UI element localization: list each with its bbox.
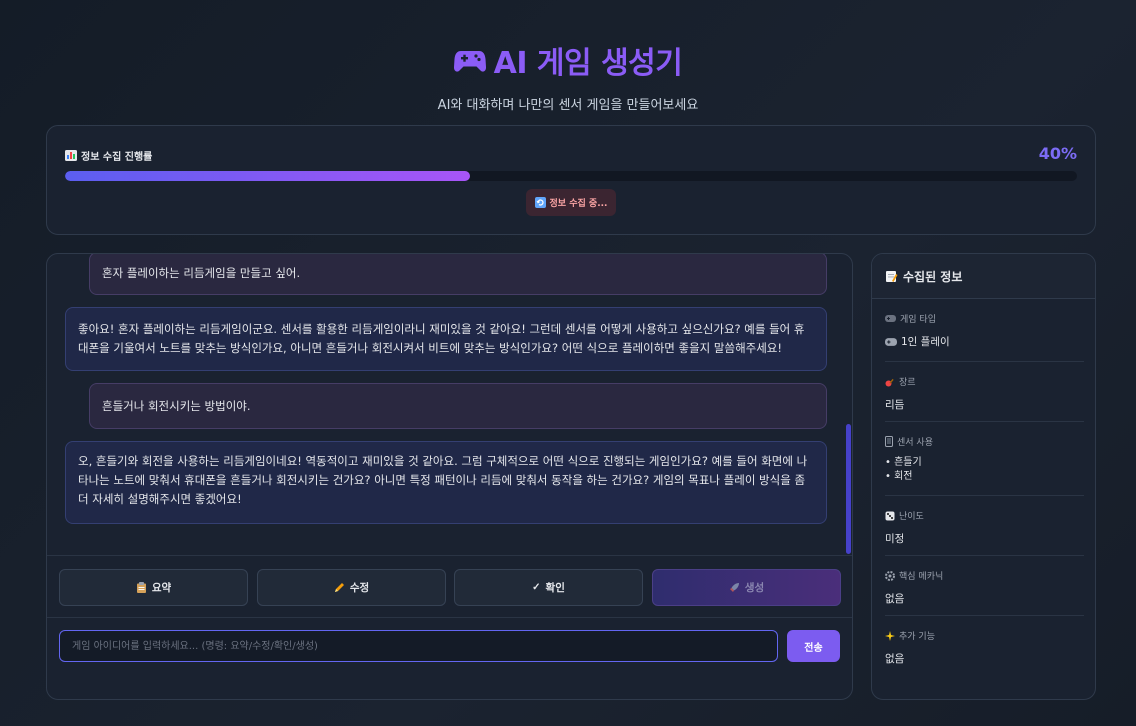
confirm-label: 확인 <box>545 582 565 594</box>
sensor-item: • 회전 <box>885 471 913 482</box>
progress-fill <box>65 171 470 181</box>
genre-value: 리듬 <box>885 399 905 411</box>
sensor-list: • 흔들기 • 회전 <box>885 456 1084 484</box>
ai-message: 오, 흔들기와 회전을 사용하는 리듬게임이네요! 역동적이고 재미있을 것 같… <box>65 441 827 524</box>
user-message: 혼자 플레이하는 리듬게임을 만들고 싶어. <box>89 254 827 295</box>
check-icon: ✓ <box>532 582 541 593</box>
gear-icon <box>885 570 895 581</box>
progress-label: 정보 수집 진행률 <box>65 148 152 163</box>
progress-card: 정보 수집 진행률 40% 정보 수집 중... <box>46 125 1096 235</box>
confirm-button[interactable]: ✓ 확인 <box>454 569 643 606</box>
info-panel-title: 수집된 정보 <box>903 269 963 284</box>
gamepad-icon <box>885 337 897 346</box>
chat-input[interactable] <box>59 630 778 662</box>
generate-label: 생성 <box>744 582 765 594</box>
summary-label: 요약 <box>151 582 172 594</box>
clipboard-icon <box>136 582 146 593</box>
refresh-icon <box>534 197 546 208</box>
chat-panel: 혼자 플레이하는 리듬게임을 만들고 싶어. 좋아요! 혼자 플레이하는 리듬게… <box>46 253 853 700</box>
info-item-game-type: 게임 타입 1인 플레이 <box>885 312 1084 362</box>
guitar-icon <box>885 378 894 386</box>
sparkles-icon <box>885 630 895 641</box>
page-title: AI 게임 생성기 <box>453 38 683 82</box>
features-value: 없음 <box>885 653 905 665</box>
memo-icon <box>886 270 898 282</box>
genre-label: 장르 <box>899 378 916 388</box>
game-type-value: 1인 플레이 <box>901 336 950 348</box>
send-button[interactable]: 전송 <box>787 630 840 662</box>
page-header: AI 게임 생성기 AI와 대화하며 나만의 센서 게임을 만들어보세요 <box>0 38 1136 113</box>
info-item-genre: 장르 리듬 <box>885 375 1084 422</box>
bar-chart-icon <box>65 150 77 161</box>
input-row: 전송 <box>47 618 852 674</box>
gamepad-icon <box>885 315 896 322</box>
dice-icon <box>885 511 895 520</box>
features-label: 추가 기능 <box>899 632 935 642</box>
info-item-sensors: 센서 사용 • 흔들기 • 회전 <box>885 435 1084 496</box>
message-scrollbar[interactable] <box>846 424 851 554</box>
info-item-mechanics: 핵심 메카닉 없음 <box>885 569 1084 616</box>
difficulty-label: 난이도 <box>899 512 924 522</box>
phone-icon <box>885 436 893 447</box>
sensor-item: • 흔들기 <box>885 457 922 468</box>
sensors-label: 센서 사용 <box>897 438 933 448</box>
pencil-icon <box>334 583 344 592</box>
ai-message: 좋아요! 혼자 플레이하는 리듬게임이군요. 센서를 활용한 리듬게임이라니 재… <box>65 307 827 371</box>
generate-button[interactable]: 생성 <box>652 569 841 606</box>
rocket-icon <box>729 583 739 592</box>
edit-label: 수정 <box>349 582 370 594</box>
page-subtitle: AI와 대화하며 나만의 센서 게임을 만들어보세요 <box>437 98 699 113</box>
status-text: 정보 수집 중... <box>549 199 608 209</box>
gamepad-icon <box>453 51 486 72</box>
info-item-features: 추가 기능 없음 <box>885 629 1084 676</box>
edit-button[interactable]: 수정 <box>257 569 446 606</box>
collected-info-panel: 수집된 정보 게임 타입 1인 플레이 장르 리듬 센서 사용 • 흔들기 • … <box>871 253 1096 700</box>
info-item-difficulty: 난이도 미정 <box>885 509 1084 556</box>
user-message: 흔들거나 회전시키는 방법이야. <box>89 383 827 429</box>
info-panel-header: 수집된 정보 <box>872 254 1095 299</box>
status-badge: 정보 수집 중... <box>526 189 616 216</box>
progress-label-text: 정보 수집 진행률 <box>81 152 153 163</box>
difficulty-value: 미정 <box>885 533 905 545</box>
progress-percent: 40% <box>1038 144 1077 163</box>
game-type-label: 게임 타입 <box>900 315 936 325</box>
message-list[interactable]: 혼자 플레이하는 리듬게임을 만들고 싶어. 좋아요! 혼자 플레이하는 리듬게… <box>47 254 852 555</box>
action-bar: 요약 수정 ✓ 확인 생성 <box>47 555 852 618</box>
progress-track <box>65 171 1077 181</box>
mechanics-label: 핵심 메카닉 <box>899 572 944 582</box>
title-text: AI 게임 생성기 <box>493 46 683 81</box>
mechanics-value: 없음 <box>885 593 905 605</box>
summary-button[interactable]: 요약 <box>59 569 248 606</box>
